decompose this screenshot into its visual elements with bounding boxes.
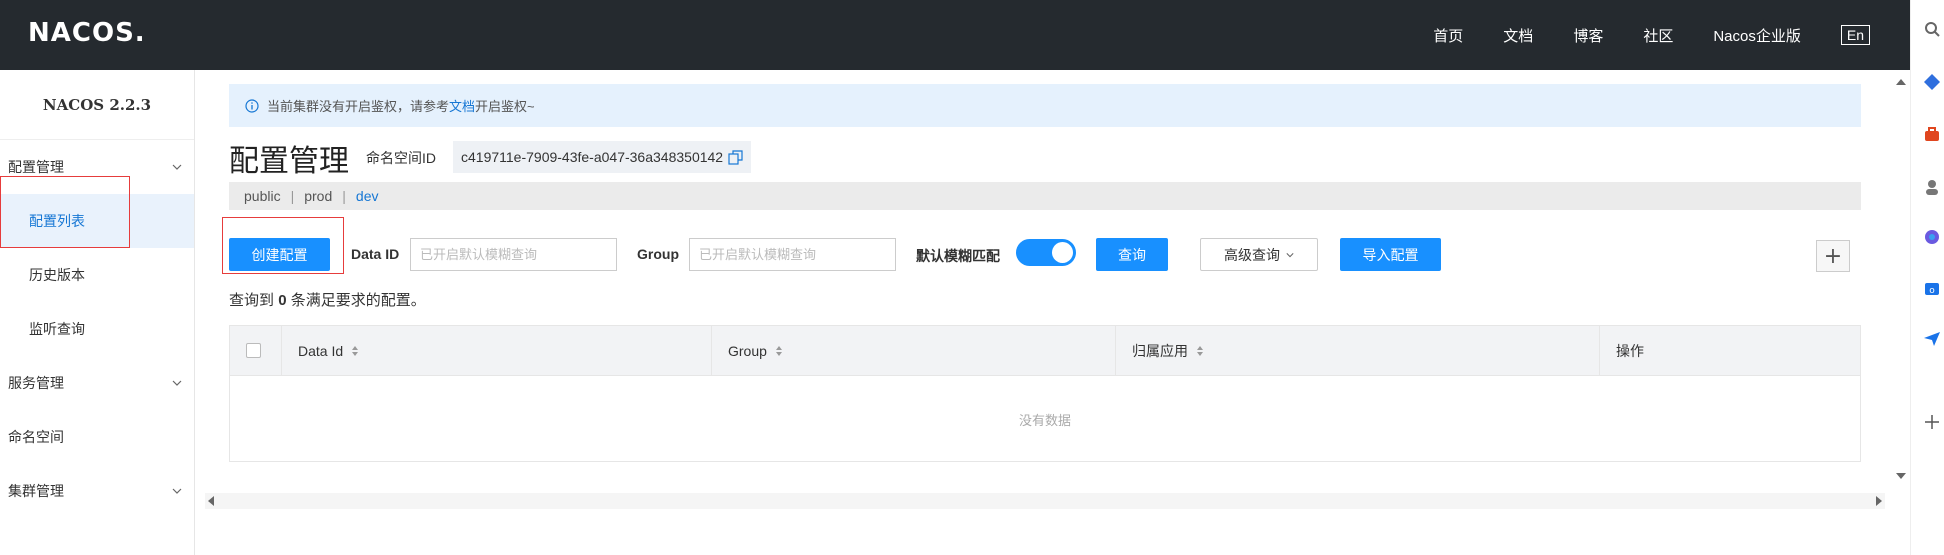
result-suffix: 条满足要求的配置。	[290, 292, 426, 309]
scroll-left-icon[interactable]	[207, 496, 215, 506]
namespace-id-box: c419711e-7909-43fe-a047-36a348350142	[453, 141, 752, 173]
sidebar-item-namespace[interactable]: 命名空间	[0, 410, 194, 464]
nacos-logo[interactable]: NACOS.	[28, 18, 146, 48]
namespace-tab-prod[interactable]: prod	[304, 188, 332, 204]
nav-blog[interactable]: 博客	[1573, 25, 1603, 46]
auth-notice: 当前集群没有开启鉴权，请参考 文档 开启鉴权~	[229, 84, 1861, 127]
sort-icon[interactable]	[351, 345, 359, 356]
table-header: Data Id Group 归属应用 操作	[230, 325, 1860, 376]
browser-side-panel: o	[1910, 0, 1944, 555]
tab-separator: |	[342, 188, 346, 204]
column-header-label: 操作	[1616, 342, 1644, 359]
notice-text-suffix: 开启鉴权~	[475, 99, 535, 114]
advanced-query-label: 高级查询	[1224, 246, 1280, 263]
toggle-knob	[1052, 242, 1073, 263]
copilot-icon[interactable]	[1923, 228, 1941, 246]
top-nav: 首页 文档 博客 社区 Nacos企业版 En	[1393, 0, 1870, 70]
sort-icon[interactable]	[1196, 345, 1204, 356]
notice-docs-link[interactable]: 文档	[449, 96, 475, 115]
column-header-actions: 操作	[1600, 326, 1860, 376]
namespace-id-value: c419711e-7909-43fe-a047-36a348350142	[461, 149, 724, 165]
select-all-checkbox[interactable]	[246, 343, 261, 358]
result-summary: 查询到 0 条满足要求的配置。	[229, 289, 426, 310]
chevron-down-icon	[172, 488, 182, 494]
sidebar-item-listener[interactable]: 监听查询	[0, 302, 194, 356]
column-header-group[interactable]: Group	[712, 325, 1116, 376]
namespace-id-label: 命名空间ID	[366, 150, 436, 166]
chevron-down-icon	[1286, 252, 1294, 257]
namespace-tabs: public | prod | dev	[229, 182, 1861, 210]
advanced-query-button[interactable]: 高级查询	[1200, 238, 1318, 271]
column-header-label: Group	[728, 342, 767, 359]
top-navbar: NACOS. 首页 文档 博客 社区 Nacos企业版 En	[0, 0, 1910, 70]
group-label: Group	[637, 246, 679, 262]
table-empty-state: 没有数据	[1018, 412, 1071, 428]
chevron-down-icon	[172, 380, 182, 386]
nav-home[interactable]: 首页	[1433, 25, 1463, 46]
highlight-box-create-button	[222, 217, 344, 274]
language-switch-button[interactable]: En	[1840, 25, 1870, 45]
column-header-label: 归属应用	[1132, 342, 1188, 359]
sidebar-group-label: 配置管理	[8, 159, 64, 175]
sidebar-group-cluster[interactable]: 集群管理	[0, 464, 194, 518]
nav-enterprise[interactable]: Nacos企业版	[1713, 25, 1801, 46]
diamond-icon[interactable]	[1923, 73, 1941, 91]
scroll-down-icon[interactable]	[1896, 472, 1906, 480]
person-icon[interactable]	[1923, 178, 1941, 196]
result-prefix: 查询到	[229, 292, 275, 309]
column-header-app[interactable]: 归属应用	[1116, 325, 1600, 376]
column-header-data-id[interactable]: Data Id	[282, 325, 712, 376]
namespace-tab-dev[interactable]: dev	[356, 188, 379, 204]
nav-community[interactable]: 社区	[1643, 25, 1673, 46]
namespace-tab-public[interactable]: public	[244, 188, 281, 204]
briefcase-icon[interactable]	[1923, 125, 1941, 143]
sidebar-group-label: 集群管理	[8, 483, 64, 499]
sidebar-group-service[interactable]: 服务管理	[0, 356, 194, 410]
search-icon[interactable]	[1923, 20, 1941, 38]
group-input[interactable]	[689, 238, 896, 271]
highlight-box-config-list	[0, 176, 130, 248]
nav-docs[interactable]: 文档	[1503, 25, 1533, 46]
data-id-input[interactable]	[410, 238, 617, 271]
sort-icon[interactable]	[775, 345, 783, 356]
sidebar: NACOS 2.2.3 配置管理 配置列表 历史版本 监听查询 服务管理 命名空…	[0, 70, 195, 555]
version-label: NACOS 2.2.3	[0, 70, 194, 140]
select-all-cell	[230, 325, 282, 376]
info-icon	[245, 98, 259, 113]
result-count: 0	[278, 292, 287, 309]
fuzzy-match-label: 默认模糊匹配	[916, 248, 1000, 264]
add-icon[interactable]	[1923, 413, 1941, 431]
data-id-label: Data ID	[351, 246, 400, 262]
config-table: Data Id Group 归属应用 操作 没有数据	[229, 325, 1861, 462]
scroll-up-icon[interactable]	[1896, 78, 1906, 86]
outlook-icon[interactable]: o	[1923, 280, 1941, 298]
sidebar-item-history[interactable]: 历史版本	[0, 248, 194, 302]
add-column-button[interactable]: +	[1816, 240, 1850, 272]
svg-text:o: o	[1929, 286, 1935, 296]
column-header-label: Data Id	[298, 342, 344, 359]
sidebar-group-label: 命名空间	[8, 429, 64, 445]
notice-text: 当前集群没有开启鉴权，请参考	[267, 99, 450, 114]
query-button[interactable]: 查询	[1096, 238, 1168, 271]
sidebar-group-label: 服务管理	[8, 375, 64, 391]
page-title: 配置管理	[229, 145, 349, 178]
copy-icon[interactable]	[728, 149, 743, 165]
send-icon[interactable]	[1923, 330, 1941, 348]
chevron-down-icon	[172, 164, 182, 170]
import-config-button[interactable]: 导入配置	[1340, 238, 1441, 271]
scroll-right-icon[interactable]	[1875, 496, 1883, 506]
tab-separator: |	[290, 188, 295, 204]
fuzzy-match-toggle[interactable]	[1016, 239, 1076, 266]
horizontal-scrollbar[interactable]	[205, 493, 1885, 509]
